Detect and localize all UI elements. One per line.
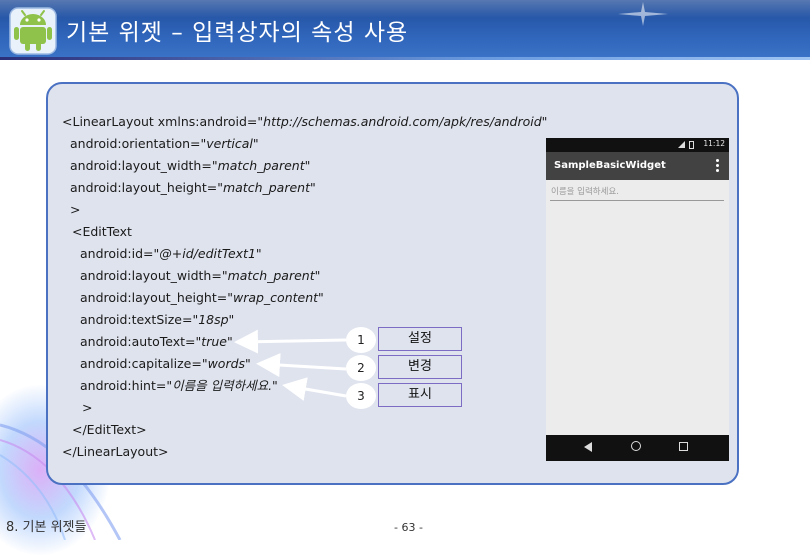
callout-label-change: 변경 [378,355,462,379]
home-icon[interactable] [631,441,641,451]
code-line: android:id="@+id/editText1" [80,246,262,261]
code-line: android:layout_width="match_parent" [80,268,321,283]
code-line: <LinearLayout xmlns:android="http://sche… [62,114,548,129]
battery-icon [689,141,694,149]
code-line: > [82,400,93,415]
phone-screenshot: 11:12 SampleBasicWidget 이름을 입력하세요. [546,138,729,461]
code-line: <EditText [72,224,132,239]
edittext-underline [550,200,724,201]
overflow-menu-icon[interactable] [716,159,719,173]
recent-apps-icon[interactable] [679,442,688,451]
callout-number-1: 1 [346,327,376,353]
code-line: > [70,202,81,217]
slide-header: 기본 위젯 – 입력상자의 속성 사용 [0,0,810,60]
section-footer: 8. 기본 위젯들 [6,520,87,535]
code-line: </EditText> [72,422,147,437]
edittext-hint[interactable]: 이름을 입력하세요. [551,185,619,197]
callout-label-display: 표시 [378,383,462,407]
code-line: android:textSize="18sp" [80,312,235,327]
code-line: </LinearLayout> [62,444,169,459]
sparkle-icon [618,2,668,26]
callout-number-2: 2 [346,355,376,381]
code-line: android:autoText="true" [80,334,233,349]
back-icon[interactable] [584,442,592,452]
callout-number-3: 3 [346,383,376,409]
callout-label-set: 설정 [378,327,462,351]
android-robot-icon [9,7,57,55]
status-bar: 11:12 [546,138,729,152]
page-number: - 63 - [394,521,423,534]
code-line: android:layout_height="match_parent" [70,180,316,195]
header-accent-bar [0,57,810,60]
code-line: android:hint="이름을 입력하세요." [80,378,278,393]
code-line: android:capitalize="words" [80,356,251,371]
code-line: android:orientation="vertical" [70,136,259,151]
app-title: SampleBasicWidget [554,160,666,171]
app-bar: SampleBasicWidget [546,152,729,180]
code-line: android:layout_height="wrap_content" [80,290,324,305]
status-time: 11:12 [703,139,725,148]
signal-icon [678,141,685,148]
navigation-bar [546,435,729,461]
app-screen: 이름을 입력하세요. [546,180,729,435]
code-line: android:layout_width="match_parent" [70,158,311,173]
slide-title: 기본 위젯 – 입력상자의 속성 사용 [66,20,409,46]
